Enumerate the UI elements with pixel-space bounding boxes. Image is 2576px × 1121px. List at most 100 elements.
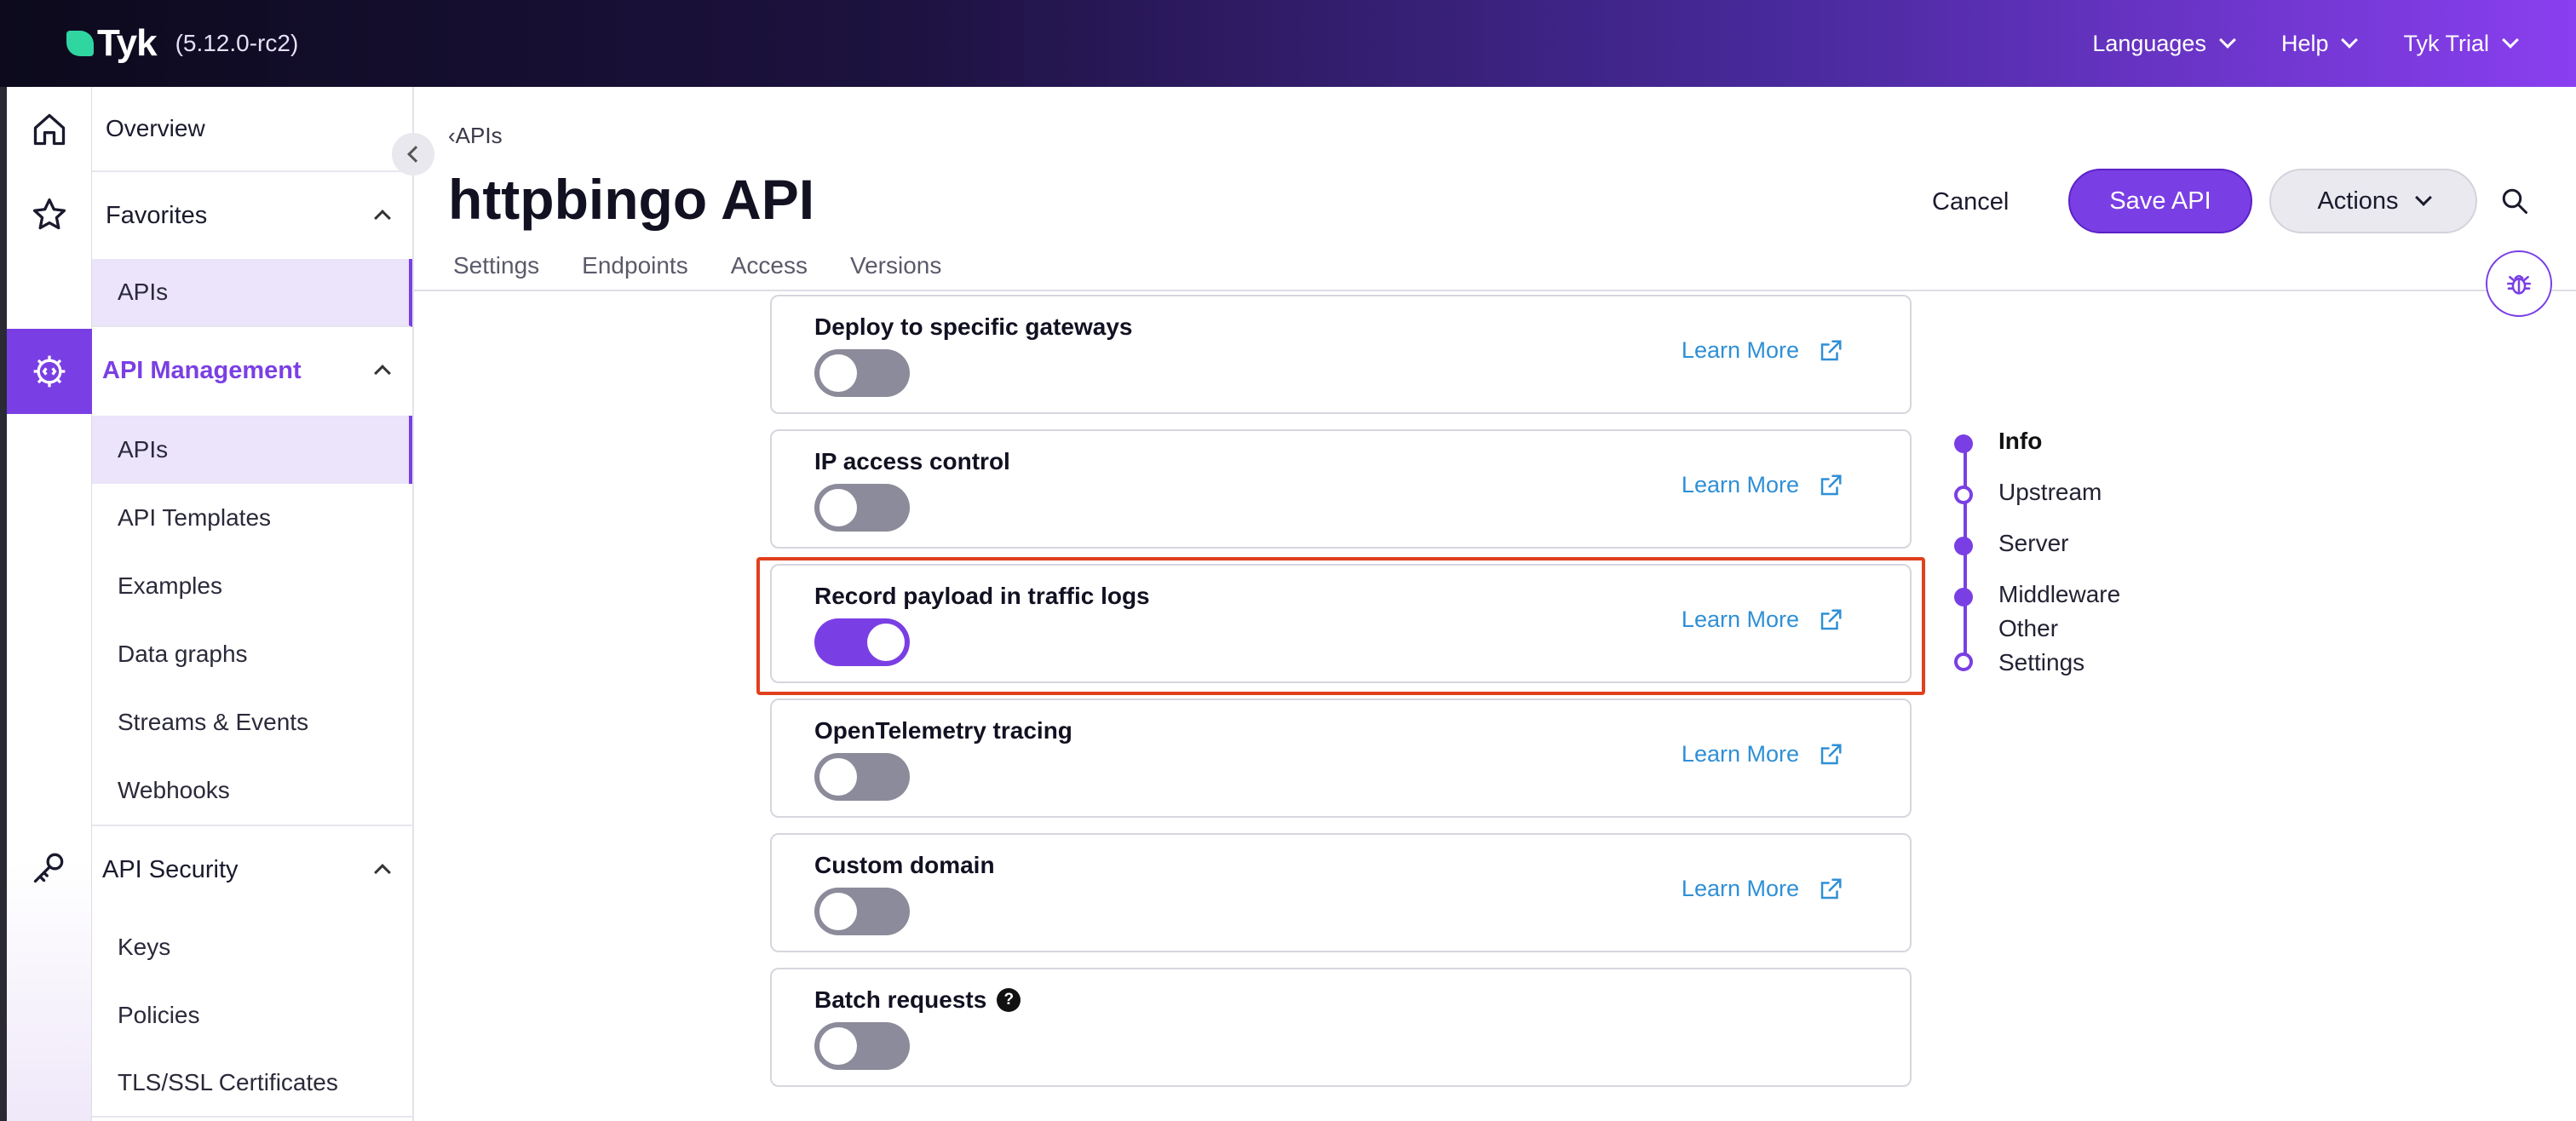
sidebar: Overview Favorites APIs API Management A… (92, 87, 414, 1121)
sidebar-item-label: Webhooks (118, 777, 230, 803)
tyk-logo: Tyk (66, 22, 158, 65)
tyk-leaf-icon (66, 31, 94, 56)
sidebar-item-streams-events[interactable]: Streams & Events (92, 688, 412, 756)
sidebar-item-data-graphs[interactable]: Data graphs (92, 620, 412, 688)
batch-requests-toggle[interactable] (814, 1022, 910, 1070)
card-title: IP access control (814, 448, 1010, 474)
card-title: Deploy to specific gateways (814, 313, 1133, 340)
tab-settings[interactable]: Settings (453, 252, 539, 279)
bug-icon (2506, 274, 2532, 295)
account-menu[interactable]: Tyk Trial (2403, 30, 2519, 57)
sidebar-item-label: TLS/SSL Certificates (118, 1069, 338, 1095)
sidebar-item-label: API Templates (118, 504, 272, 531)
settings-card-batch-requests: Batch requests ? (770, 968, 1912, 1087)
external-link-icon (1820, 474, 1842, 495)
collapse-sidebar-button[interactable] (392, 133, 434, 175)
chevron-up-icon (374, 365, 391, 382)
chevron-down-icon (2341, 32, 2359, 49)
deploy-gateways-toggle[interactable] (814, 349, 910, 397)
chevron-down-icon (2219, 32, 2236, 49)
step-dot (1954, 588, 1973, 606)
actions-dropdown[interactable]: Actions (2269, 169, 2477, 233)
tab-endpoints[interactable]: Endpoints (582, 252, 688, 279)
sidebar-item-keys[interactable]: Keys (92, 913, 412, 981)
sidebar-item-favorite-apis[interactable]: APIs (92, 259, 412, 327)
learn-more-link[interactable]: Learn More (1682, 741, 1843, 767)
api-security-section-header[interactable]: API Security (92, 826, 412, 913)
step-dot (1954, 652, 1973, 671)
settings-card-custom-domain: Custom domain Learn More (770, 833, 1912, 952)
home-rail-button[interactable] (7, 87, 92, 172)
languages-menu[interactable]: Languages (2092, 30, 2236, 57)
sidebar-item-overview[interactable]: Overview (92, 87, 412, 172)
languages-label: Languages (2092, 30, 2206, 56)
sidebar-item-tls-certificates[interactable]: TLS/SSL Certificates (92, 1049, 412, 1118)
window-edge (0, 87, 7, 1121)
chevron-left-icon (407, 146, 424, 163)
top-nav: Languages Help Tyk Trial (2092, 0, 2519, 87)
sidebar-item-api-templates[interactable]: API Templates (92, 484, 412, 552)
version-label: (5.12.0-rc2) (175, 30, 299, 56)
search-icon[interactable] (2499, 186, 2530, 216)
tab-access[interactable]: Access (731, 252, 808, 279)
step-dot (1954, 486, 1973, 504)
stepper-item-other-settings[interactable]: Other Settings (1954, 615, 2210, 680)
custom-domain-toggle[interactable] (814, 888, 910, 935)
step-label: Other Settings (1998, 615, 2085, 675)
help-menu[interactable]: Help (2281, 31, 2359, 57)
external-link-icon (1820, 340, 1842, 360)
learn-more-link[interactable]: Learn More (1682, 337, 1843, 364)
card-title-row: Batch requests ? (814, 986, 1021, 1014)
favorites-section-header[interactable]: Favorites (92, 172, 412, 259)
ip-access-toggle[interactable] (814, 484, 910, 532)
sidebar-item-webhooks[interactable]: Webhooks (92, 756, 412, 826)
card-title: OpenTelemetry tracing (814, 717, 1072, 744)
chevron-down-icon (2502, 32, 2519, 49)
stepper-item-upstream[interactable]: Upstream (1954, 479, 2210, 509)
favorites-rail-button[interactable] (7, 172, 92, 257)
debug-button[interactable] (2486, 250, 2552, 317)
sidebar-item-policies[interactable]: Policies (92, 981, 412, 1049)
actions-label: Actions (2317, 187, 2399, 215)
chevron-up-icon (374, 210, 391, 227)
learn-more-link[interactable]: Learn More (1682, 472, 1843, 498)
stepper-item-server[interactable]: Server (1954, 530, 2210, 560)
opentelemetry-toggle[interactable] (814, 753, 910, 801)
settings-card-deploy-gateways: Deploy to specific gateways Learn More (770, 295, 1912, 414)
stepper-item-info[interactable]: Info (1954, 428, 2210, 458)
toggle-knob (819, 489, 857, 526)
learn-more-link[interactable]: Learn More (1682, 876, 1843, 902)
learn-more-label: Learn More (1681, 876, 1799, 901)
api-tabs: Settings Endpoints Access Versions (453, 252, 941, 279)
gear-code-icon (33, 355, 66, 388)
sidebar-section-label: API Management (102, 356, 302, 384)
api-management-section-header[interactable]: API Management (92, 327, 412, 414)
api-security-rail-button[interactable] (7, 825, 92, 910)
breadcrumb[interactable]: ‹APIs (448, 123, 503, 149)
page-title: httpbingo API (448, 168, 815, 231)
toggle-knob (819, 1027, 857, 1065)
sidebar-item-apis[interactable]: APIs (92, 416, 412, 484)
cancel-button[interactable]: Cancel (1908, 170, 2033, 233)
sidebar-item-examples[interactable]: Examples (92, 552, 412, 620)
home-icon (33, 113, 66, 146)
highlight-box (756, 557, 1925, 695)
tab-versions[interactable]: Versions (850, 252, 941, 279)
star-icon (32, 198, 66, 230)
header-divider (414, 290, 2576, 291)
save-api-button[interactable]: Save API (2068, 169, 2252, 233)
stepper-item-middleware[interactable]: Middleware (1954, 581, 2210, 612)
api-management-rail-button[interactable] (7, 329, 92, 414)
help-icon[interactable]: ? (997, 988, 1021, 1012)
step-label: Upstream (1998, 479, 2102, 505)
card-title: Custom domain (814, 852, 995, 878)
sidebar-item-label: Keys (118, 934, 171, 960)
sidebar-item-label: Examples (118, 572, 222, 599)
account-label: Tyk Trial (2403, 30, 2489, 56)
sidebar-item-label: Data graphs (118, 641, 248, 667)
settings-card-ip-access: IP access control Learn More (770, 429, 1912, 549)
logo[interactable]: Tyk (5.12.0-rc2) (66, 22, 298, 65)
learn-more-label: Learn More (1681, 741, 1799, 767)
toggle-knob (819, 893, 857, 930)
step-label: Server (1998, 530, 2069, 556)
